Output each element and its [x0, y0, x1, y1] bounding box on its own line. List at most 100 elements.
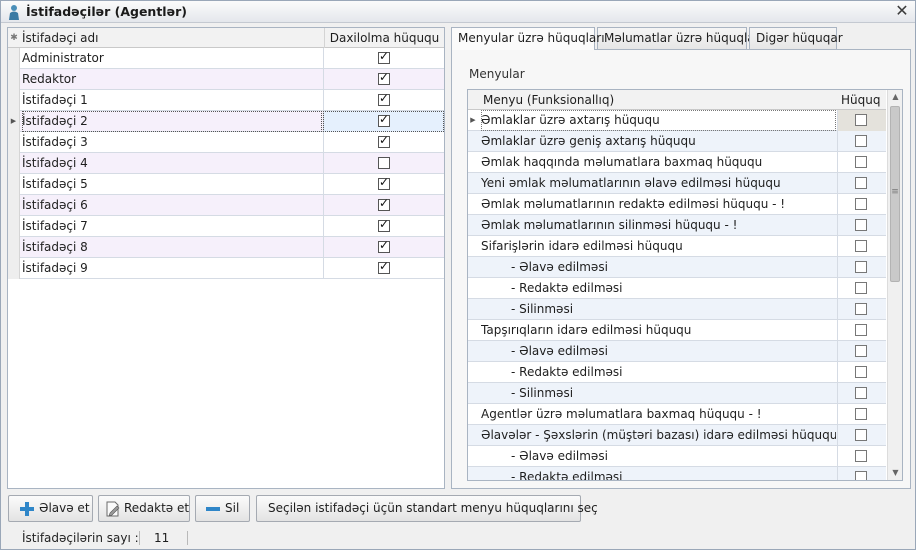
scrollbar-thumb[interactable]: [890, 106, 900, 282]
column-header-right[interactable]: Hüquq: [841, 93, 880, 107]
menu-name-cell[interactable]: - Redaktə edilməsi: [481, 278, 836, 299]
delete-button[interactable]: Sil: [195, 495, 250, 522]
table-row[interactable]: - Əlavə edilməsi: [468, 257, 886, 278]
user-name-cell[interactable]: İstifadəçi 3: [22, 132, 322, 153]
menu-name-cell[interactable]: - Silinməsi: [481, 299, 836, 320]
access-checkbox[interactable]: [378, 51, 390, 64]
right-checkbox[interactable]: [855, 156, 867, 168]
user-name-cell[interactable]: İstifadəçi 6: [22, 195, 322, 216]
scroll-up-icon[interactable]: ▲: [888, 90, 902, 104]
apply-default-rights-button[interactable]: Seçilən istifadəçi üçün standart menyu h…: [256, 495, 598, 522]
table-row[interactable]: Administrator: [8, 48, 444, 69]
right-checkbox[interactable]: [855, 219, 867, 231]
table-row[interactable]: İstifadəçi 5: [8, 174, 444, 195]
user-name-cell[interactable]: İstifadəçi 1: [22, 90, 322, 111]
table-row[interactable]: - Redaktə edilməsi: [468, 278, 886, 299]
right-checkbox[interactable]: [855, 366, 867, 378]
user-name-cell[interactable]: İstifadəçi 2: [22, 111, 322, 132]
access-checkbox[interactable]: [378, 261, 390, 274]
column-header-access[interactable]: Daxilolma hüququ: [324, 28, 444, 48]
tab-data-rights[interactable]: Məlumatlar üzrə hüquqlar: [597, 27, 760, 49]
menu-name-cell[interactable]: Əmlak məlumatlarının redaktə edilməsi hü…: [481, 194, 836, 215]
menu-name-cell[interactable]: Yeni əmlak məlumatlarının əlavə edilməsi…: [481, 173, 836, 194]
user-name-cell[interactable]: İstifadəçi 8: [22, 237, 322, 258]
table-row[interactable]: İstifadəçi 9: [8, 258, 444, 279]
table-row[interactable]: Əmlaklar üzrə geniş axtarış hüququ: [468, 131, 886, 152]
right-checkbox[interactable]: [855, 240, 867, 252]
menu-name-cell[interactable]: Əmlaklar üzrə geniş axtarış hüququ: [481, 131, 836, 152]
access-checkbox[interactable]: [378, 157, 390, 169]
access-checkbox[interactable]: [378, 219, 390, 232]
table-row[interactable]: Əmlak məlumatlarının redaktə edilməsi hü…: [468, 194, 886, 215]
right-checkbox[interactable]: [855, 471, 867, 480]
right-checkbox[interactable]: [855, 450, 867, 462]
table-row[interactable]: - Silinməsi: [468, 299, 886, 320]
user-name-cell[interactable]: İstifadəçi 9: [22, 258, 322, 279]
menu-name-cell[interactable]: Sifarişlərin idarə edilməsi hüququ: [481, 236, 836, 257]
right-checkbox[interactable]: [855, 282, 867, 294]
table-row[interactable]: Redaktor: [8, 69, 444, 90]
right-checkbox[interactable]: [855, 261, 867, 273]
table-row[interactable]: Əmlak məlumatlarının silinməsi hüququ - …: [468, 215, 886, 236]
menus-grid-scrollbar[interactable]: ▲ ▼: [887, 90, 902, 480]
right-checkbox[interactable]: [855, 177, 867, 189]
menu-name-cell[interactable]: Əmlaklar üzrə axtarış hüququ: [481, 110, 836, 131]
table-row[interactable]: İstifadəçi 6: [8, 195, 444, 216]
menu-name-cell[interactable]: - Əlavə edilməsi: [481, 446, 836, 467]
table-row[interactable]: - Redaktə edilməsi: [468, 362, 886, 383]
user-name-cell[interactable]: Redaktor: [22, 69, 322, 90]
table-row[interactable]: - Əlavə edilməsi: [468, 446, 886, 467]
right-checkbox[interactable]: [855, 387, 867, 399]
table-row[interactable]: İstifadəçi 7: [8, 216, 444, 237]
access-checkbox[interactable]: [378, 177, 390, 190]
table-row[interactable]: - Silinməsi: [468, 383, 886, 404]
add-button[interactable]: Əlavə et: [8, 495, 93, 522]
right-checkbox[interactable]: [855, 429, 867, 441]
access-checkbox[interactable]: [378, 93, 390, 106]
menu-name-cell[interactable]: - Redaktə edilməsi: [481, 362, 836, 383]
right-checkbox[interactable]: [855, 303, 867, 315]
menu-name-cell[interactable]: - Silinməsi: [481, 383, 836, 404]
table-row[interactable]: ▶ Əmlaklar üzrə axtarış hüququ: [468, 110, 886, 131]
column-header-menu[interactable]: Menyu (Funksionallıq): [483, 93, 614, 107]
close-icon[interactable]: ✕: [894, 3, 910, 19]
access-checkbox[interactable]: [378, 114, 390, 127]
table-row[interactable]: ▶ İstifadəçi 2: [8, 111, 444, 132]
table-row[interactable]: İstifadəçi 1: [8, 90, 444, 111]
access-checkbox[interactable]: [378, 198, 390, 211]
user-name-cell[interactable]: İstifadəçi 7: [22, 216, 322, 237]
table-row[interactable]: - Redaktə edilməsi: [468, 467, 886, 480]
table-row[interactable]: Əlavələr - Şəxslərin (müştəri bazası) id…: [468, 425, 886, 446]
tab-menu-rights[interactable]: Menyular üzrə hüquqları: [451, 27, 605, 50]
right-checkbox[interactable]: [855, 114, 867, 126]
user-name-cell[interactable]: İstifadəçi 4: [22, 153, 322, 174]
right-checkbox[interactable]: [855, 345, 867, 357]
menu-name-cell[interactable]: - Əlavə edilməsi: [481, 257, 836, 278]
menu-name-cell[interactable]: Tapşırıqların idarə edilməsi hüququ: [481, 320, 836, 341]
column-header-user-name[interactable]: İstifadəçi adı: [22, 31, 98, 45]
user-name-cell[interactable]: İstifadəçi 5: [22, 174, 322, 195]
right-checkbox[interactable]: [855, 408, 867, 420]
tab-other-rights[interactable]: Digər hüquqar: [749, 27, 843, 49]
edit-button[interactable]: Redaktə et: [98, 495, 190, 522]
access-checkbox[interactable]: [378, 240, 390, 253]
table-row[interactable]: Agentlər üzrə məlumatlara baxmaq hüququ …: [468, 404, 886, 425]
table-row[interactable]: Yeni əmlak məlumatlarının əlavə edilməsi…: [468, 173, 886, 194]
menu-name-cell[interactable]: Əlavələr - Şəxslərin (müştəri bazası) id…: [481, 425, 836, 446]
right-checkbox[interactable]: [855, 135, 867, 147]
user-name-cell[interactable]: Administrator: [22, 48, 322, 69]
right-checkbox[interactable]: [855, 198, 867, 210]
right-checkbox[interactable]: [855, 324, 867, 336]
table-row[interactable]: - Əlavə edilməsi: [468, 341, 886, 362]
table-row[interactable]: Sifarişlərin idarə edilməsi hüququ: [468, 236, 886, 257]
menu-name-cell[interactable]: Agentlər üzrə məlumatlara baxmaq hüququ …: [481, 404, 836, 425]
access-checkbox[interactable]: [378, 135, 390, 148]
table-row[interactable]: Tapşırıqların idarə edilməsi hüququ: [468, 320, 886, 341]
title-bar[interactable]: İstifadəçilər (Agentlər) ✕: [1, 1, 915, 23]
menu-name-cell[interactable]: - Əlavə edilməsi: [481, 341, 836, 362]
scroll-down-icon[interactable]: ▼: [888, 466, 902, 480]
menus-grid[interactable]: Menyu (Funksionallıq) Hüquq ▶ Əmlaklar üz…: [467, 89, 903, 481]
menu-name-cell[interactable]: Əmlak məlumatlarının silinməsi hüququ - …: [481, 215, 836, 236]
table-row[interactable]: İstifadəçi 3: [8, 132, 444, 153]
menu-name-cell[interactable]: - Redaktə edilməsi: [481, 467, 836, 480]
